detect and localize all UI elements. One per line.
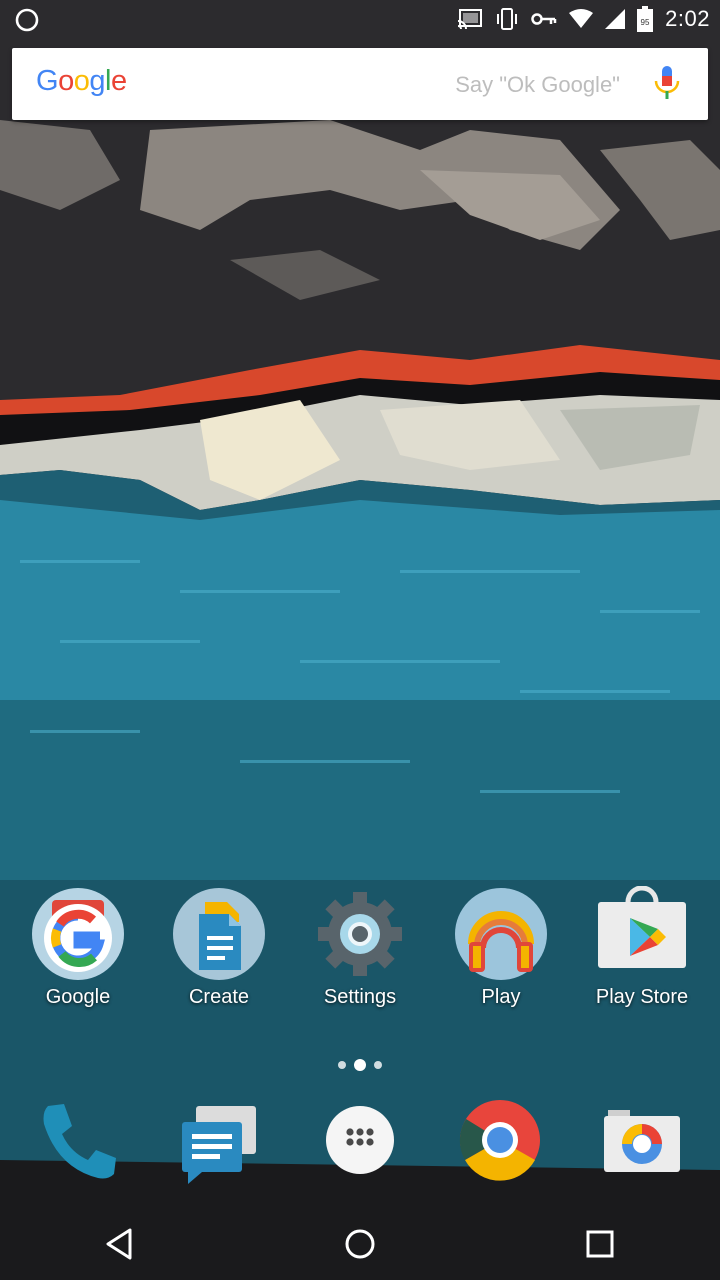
page-indicator — [338, 1059, 382, 1071]
docs-create-icon — [173, 888, 265, 980]
battery-icon: 95 — [637, 6, 654, 32]
play-store-icon — [598, 886, 686, 968]
vpn-key-icon — [531, 13, 557, 25]
app-settings[interactable]: Settings — [290, 886, 430, 1009]
status-bar: 95 2:02 — [0, 0, 720, 38]
messenger-icon[interactable] — [178, 1102, 262, 1186]
wallpaper — [0, 0, 720, 1280]
recents-icon[interactable] — [578, 1222, 622, 1266]
vibrate-icon — [497, 8, 518, 30]
search-hint: Say "Ok Google" — [455, 72, 620, 97]
wifi-icon — [569, 9, 594, 28]
status-icons: 95 2:02 — [457, 0, 710, 38]
settings-gear-icon — [318, 892, 402, 976]
cast-icon — [457, 9, 483, 30]
clock: 2:02 — [665, 6, 710, 31]
home-icon[interactable] — [338, 1222, 382, 1266]
google-icon — [32, 888, 124, 980]
camera-icon[interactable] — [600, 1100, 684, 1184]
google-search-bar[interactable]: Google Say "Ok Google" — [12, 48, 708, 120]
mic-icon[interactable] — [654, 66, 680, 102]
google-logo: Google — [36, 65, 127, 97]
app-label: Play Store — [595, 986, 689, 1008]
app-label: Create — [188, 986, 250, 1008]
notification-circle-icon — [15, 8, 39, 32]
app-label: Google — [45, 986, 111, 1008]
app-label: Settings — [323, 986, 397, 1008]
navigation-bar — [0, 1208, 720, 1280]
cell-signal-icon — [605, 9, 626, 29]
app-drawer-icon[interactable] — [318, 1098, 402, 1182]
play-music-icon — [455, 888, 547, 980]
app-create[interactable]: Create — [149, 886, 289, 1009]
app-play-music[interactable]: Play — [431, 886, 571, 1009]
app-label: Play — [481, 986, 521, 1008]
battery-level-text: 95 — [641, 18, 650, 27]
chrome-icon[interactable] — [458, 1098, 542, 1182]
app-google[interactable]: Google — [8, 886, 148, 1009]
phone-icon[interactable] — [36, 1100, 120, 1184]
app-play-store[interactable]: Play Store — [572, 886, 712, 1009]
back-icon[interactable] — [98, 1222, 142, 1266]
